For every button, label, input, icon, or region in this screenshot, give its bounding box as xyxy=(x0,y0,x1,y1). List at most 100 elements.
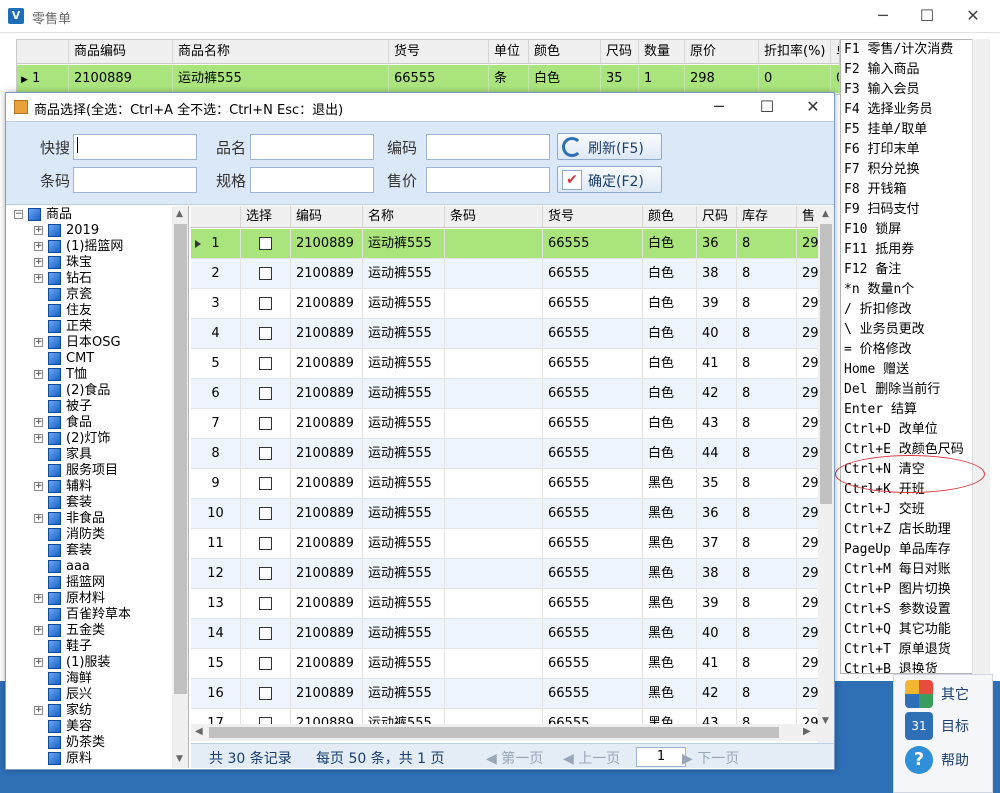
column-header[interactable]: 折扣率(%) xyxy=(759,40,831,63)
expand-icon[interactable]: + xyxy=(34,594,43,603)
select-checkbox[interactable] xyxy=(259,627,272,640)
barcode-input[interactable] xyxy=(73,167,197,193)
tree-node[interactable]: 家具 xyxy=(6,447,171,463)
tree-node[interactable]: + 日本OSG xyxy=(6,335,171,351)
collapse-icon[interactable]: − xyxy=(14,210,23,219)
tree-node[interactable]: + T恤 xyxy=(6,367,171,383)
tree-node[interactable]: + 非食品 xyxy=(6,511,171,527)
table-row[interactable]: 8 2100889 运动裤555 66555 白色 44 8 29 xyxy=(191,439,834,469)
spec-input[interactable] xyxy=(250,167,374,193)
tree-node[interactable]: CMT xyxy=(6,351,171,367)
table-row[interactable]: 9 2100889 运动裤555 66555 黑色 35 8 29 xyxy=(191,469,834,499)
table-row[interactable]: 3 2100889 运动裤555 66555 白色 39 8 29 xyxy=(191,289,834,319)
tree-node[interactable]: +2019 xyxy=(6,223,171,239)
tree-node[interactable]: 套装 xyxy=(6,495,171,511)
tree-root[interactable]: − 商品 xyxy=(6,207,171,223)
tree-node[interactable]: + (2)灯饰 xyxy=(6,431,171,447)
tree-node[interactable]: + 五金类 xyxy=(6,623,171,639)
table-row[interactable]: 5 2100889 运动裤555 66555 白色 41 8 29 xyxy=(191,349,834,379)
expand-icon[interactable]: + xyxy=(34,626,43,635)
tree-node[interactable]: + 珠宝 xyxy=(6,255,171,271)
expand-icon[interactable]: + xyxy=(34,514,43,523)
tree-scroll-thumb[interactable] xyxy=(174,224,187,694)
dialog-maximize-button[interactable]: ☐ xyxy=(744,93,790,121)
tree-node[interactable]: aaa xyxy=(6,559,171,575)
expand-icon[interactable]: + xyxy=(34,706,43,715)
table-row[interactable]: 6 2100889 运动裤555 66555 白色 42 8 29 xyxy=(191,379,834,409)
help-button[interactable]: ? 帮助 xyxy=(905,744,995,776)
target-button[interactable]: 31 目标 xyxy=(905,710,995,742)
sales-grid[interactable]: 商品编码 商品名称 货号 单位 颜色 尺码 数量 原价 折扣率(%) 单 ▶ 1… xyxy=(16,39,840,95)
expand-icon[interactable]: + xyxy=(34,418,43,427)
tree-node[interactable]: + 食品 xyxy=(6,415,171,431)
select-checkbox[interactable] xyxy=(259,387,272,400)
scroll-up-icon[interactable]: ▲ xyxy=(822,209,829,219)
tree-node[interactable]: (2)食品 xyxy=(6,383,171,399)
table-row[interactable]: 7 2100889 运动裤555 66555 白色 43 8 29 xyxy=(191,409,834,439)
select-checkbox[interactable] xyxy=(259,657,272,670)
tree-scrollbar[interactable]: ▲ ▼ xyxy=(172,206,188,768)
first-page-button[interactable]: ◀ 第一页 xyxy=(486,748,543,768)
prev-page-button[interactable]: ◀ 上一页 xyxy=(563,748,620,768)
column-header[interactable]: 数量 xyxy=(639,40,685,63)
table-row[interactable]: 14 2100889 运动裤555 66555 黑色 40 8 29 xyxy=(191,619,834,649)
select-checkbox[interactable] xyxy=(259,327,272,340)
page-number-input[interactable]: 1 xyxy=(636,747,686,767)
sales-row[interactable]: ▶ 1 2100889 运动裤555 66555 条 白色 35 1 298 0… xyxy=(17,65,839,93)
name-input[interactable] xyxy=(250,134,374,160)
tree-node[interactable]: 京瓷 xyxy=(6,287,171,303)
table-row[interactable]: 12 2100889 运动裤555 66555 黑色 38 8 29 xyxy=(191,559,834,589)
product-grid[interactable]: 选择 编码 名称 条码 货号 颜色 尺码 库存售 1 2100889 运动裤555 66555 白色 3… xyxy=(191,206,834,744)
select-checkbox[interactable] xyxy=(259,477,272,490)
select-checkbox[interactable] xyxy=(259,297,272,310)
tree-node[interactable]: 鞋子 xyxy=(6,639,171,655)
tree-node[interactable]: 奶茶类 xyxy=(6,735,171,751)
column-header[interactable]: 商品名称 xyxy=(173,40,389,63)
tree-node[interactable]: 摇篮网 xyxy=(6,575,171,591)
dialog-close-button[interactable]: ✕ xyxy=(790,93,836,121)
select-checkbox[interactable] xyxy=(259,447,272,460)
tree-node[interactable]: 原料 xyxy=(6,751,171,767)
next-page-button[interactable]: ▶ 下一页 xyxy=(682,748,739,768)
column-header[interactable]: 条码 xyxy=(445,206,543,227)
grid-horizontal-scrollbar[interactable]: ◀ ▶ xyxy=(191,724,818,741)
table-row[interactable]: 11 2100889 运动裤555 66555 黑色 37 8 29 xyxy=(191,529,834,559)
table-row[interactable]: 2 2100889 运动裤555 66555 白色 38 8 29 xyxy=(191,259,834,289)
column-header[interactable]: 编码 xyxy=(291,206,363,227)
tree-node[interactable]: + 原材料 xyxy=(6,591,171,607)
table-row[interactable]: 10 2100889 运动裤555 66555 黑色 36 8 29 xyxy=(191,499,834,529)
shortcut-scrollbar[interactable] xyxy=(972,39,990,674)
select-checkbox[interactable] xyxy=(259,357,272,370)
grid-hscroll-thumb[interactable] xyxy=(209,727,779,738)
confirm-button[interactable]: ✔ 确定(F2) xyxy=(557,166,662,193)
close-button[interactable]: ✕ xyxy=(950,0,996,32)
tree-node[interactable]: 套装 xyxy=(6,543,171,559)
tree-node[interactable]: 辰兴 xyxy=(6,687,171,703)
tree-node[interactable]: 正荣 xyxy=(6,319,171,335)
select-checkbox[interactable] xyxy=(259,417,272,430)
tree-node[interactable]: + 辅料 xyxy=(6,479,171,495)
select-checkbox[interactable] xyxy=(259,567,272,580)
other-button[interactable]: 其它 xyxy=(905,678,995,710)
column-header[interactable]: 选择 xyxy=(241,206,291,227)
expand-icon[interactable]: + xyxy=(34,226,43,235)
minimize-button[interactable]: ─ xyxy=(860,0,906,32)
scroll-down-icon[interactable]: ▼ xyxy=(176,754,183,764)
expand-icon[interactable]: + xyxy=(34,338,43,347)
column-header[interactable]: 颜色 xyxy=(529,40,601,63)
column-header[interactable]: 原价 xyxy=(685,40,759,63)
scroll-right-icon[interactable]: ▶ xyxy=(803,726,811,737)
expand-icon[interactable]: + xyxy=(34,370,43,379)
tree-node[interactable]: 海鲜 xyxy=(6,671,171,687)
tree-node[interactable]: + (1)摇篮网 xyxy=(6,239,171,255)
column-header[interactable]: 货号 xyxy=(389,40,489,63)
expand-icon[interactable]: + xyxy=(34,482,43,491)
quick-search-input[interactable] xyxy=(73,134,197,160)
scroll-down-icon[interactable]: ▼ xyxy=(822,716,829,726)
table-row[interactable]: 4 2100889 运动裤555 66555 白色 40 8 29 xyxy=(191,319,834,349)
select-checkbox[interactable] xyxy=(259,267,272,280)
tree-node[interactable]: + 家纺 xyxy=(6,703,171,719)
expand-icon[interactable]: + xyxy=(34,242,43,251)
column-header[interactable]: 单位 xyxy=(489,40,529,63)
refresh-button[interactable]: 刷新(F5) xyxy=(557,133,662,160)
